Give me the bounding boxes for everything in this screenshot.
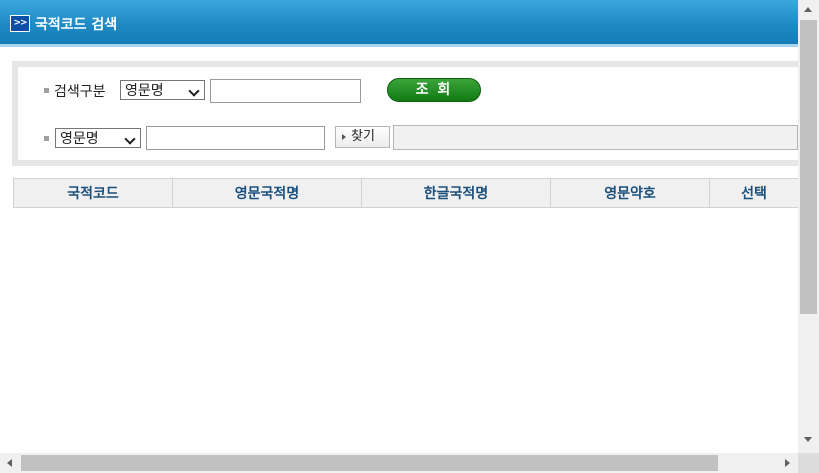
search-category-label: 검색구분 [54,84,106,100]
scroll-up-icon[interactable] [804,7,812,12]
find-button[interactable]: 찾기 [335,126,390,148]
column-header-english-name[interactable]: 영문국적명 [172,178,362,208]
bullet-icon [44,88,49,93]
search-category-select-value: 영문명 [125,83,164,99]
horizontal-scroll-thumb[interactable] [21,455,718,471]
page-title: 국적코드 검색 [35,17,118,33]
double-chevron-right-icon: >> [10,15,30,32]
vertical-scroll-thumb[interactable] [800,20,817,314]
filter-select[interactable]: 영문명 [55,128,141,148]
find-button-label: 찾기 [351,129,375,144]
chevron-down-icon [188,85,200,97]
table-header-row: 국적코드 영문국적명 한글국적명 영문약호 선택 [13,178,799,208]
result-table: 국적코드 영문국적명 한글국적명 영문약호 선택 [13,178,799,208]
search-panel: 검색구분 영문명 조 회 영문명 찾기 [12,61,798,166]
filter-keyword-input[interactable] [146,126,325,150]
scrollbar-corner [798,453,819,473]
search-panel-inner: 검색구분 영문명 조 회 영문명 찾기 [18,67,798,160]
filter-select-value: 영문명 [60,131,99,147]
scroll-left-icon[interactable] [7,459,12,467]
column-header-korean-name[interactable]: 한글국적명 [361,178,551,208]
horizontal-scrollbar[interactable] [0,453,798,473]
scroll-right-icon[interactable] [785,459,790,467]
vertical-scrollbar[interactable] [798,0,819,453]
column-header-nationality-code[interactable]: 국적코드 [13,178,173,208]
query-button[interactable]: 조 회 [387,78,481,102]
search-category-select[interactable]: 영문명 [120,80,205,100]
column-header-english-abbr[interactable]: 영문약호 [550,178,710,208]
title-bar: >> 국적코드 검색 [0,0,798,47]
triangle-right-icon [342,134,346,140]
scroll-down-icon[interactable] [804,437,812,442]
result-display-field [393,125,798,150]
chevron-down-icon [124,133,136,145]
column-header-select[interactable]: 선택 [709,178,799,208]
search-keyword-input[interactable] [210,79,361,103]
bullet-icon [44,136,49,141]
